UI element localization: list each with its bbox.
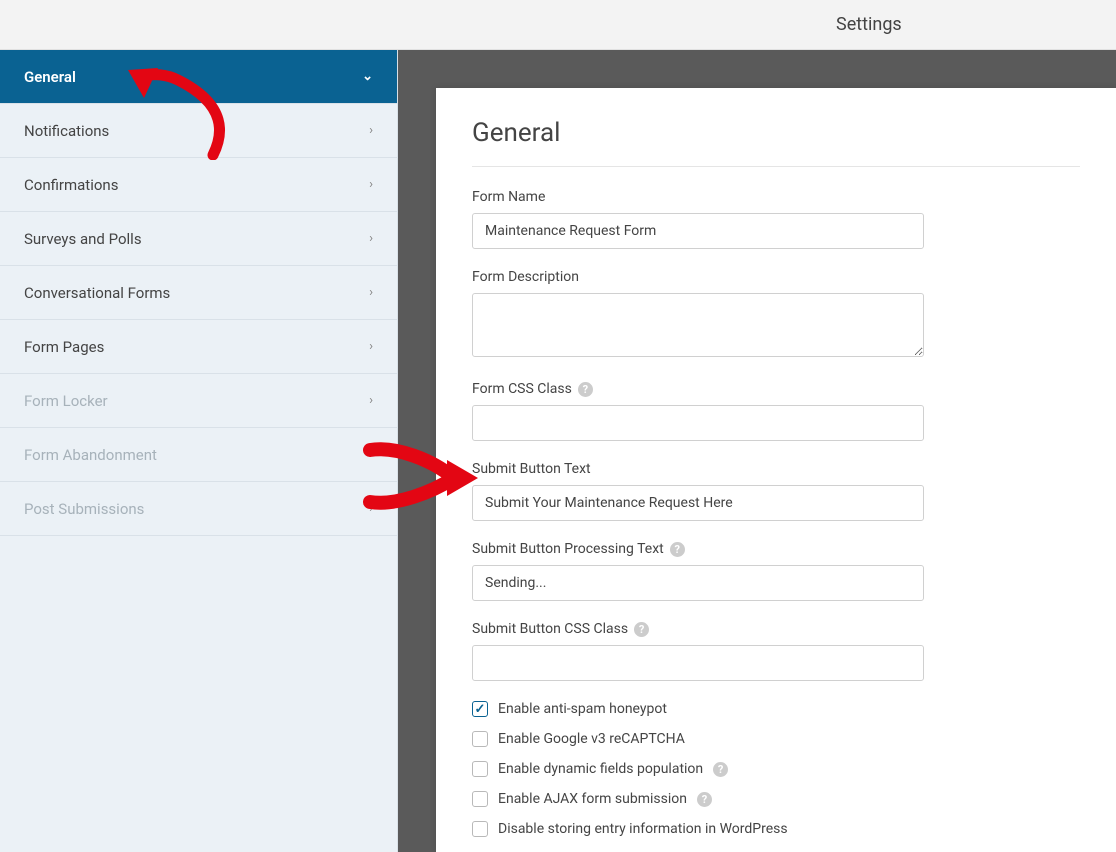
settings-panel: General Form Name Form Description Form … (436, 88, 1116, 852)
checkbox-label: Disable storing entry information in Wor… (498, 821, 788, 837)
checkbox-label: Enable AJAX form submission (498, 791, 687, 807)
checkbox[interactable] (472, 791, 488, 807)
sidebar-item-form-locker[interactable]: Form Locker › (0, 374, 397, 428)
sidebar-item-label: Surveys and Polls (24, 230, 142, 248)
form-css-class-input[interactable] (472, 405, 924, 441)
submit-button-text-label: Submit Button Text (472, 461, 1080, 477)
chevron-right-icon: › (369, 393, 373, 408)
submit-button-text-input[interactable] (472, 485, 924, 521)
submit-button-css-label: Submit Button CSS Class (472, 621, 628, 637)
checkbox-label: Enable dynamic fields population (498, 761, 703, 777)
sidebar-item-label: Form Pages (24, 338, 104, 356)
help-icon[interactable]: ? (713, 762, 728, 777)
form-description-input[interactable] (472, 293, 924, 357)
sidebar-item-post-submissions[interactable]: Post Submissions › (0, 482, 397, 536)
sidebar-item-label: Notifications (24, 122, 109, 140)
form-name-input[interactable] (472, 213, 924, 249)
checkbox[interactable] (472, 761, 488, 777)
chevron-right-icon: › (369, 447, 373, 462)
chevron-right-icon: › (369, 285, 373, 300)
field-form-name: Form Name (472, 189, 1080, 249)
form-description-label: Form Description (472, 269, 1080, 285)
sidebar-item-label: Form Locker (24, 392, 108, 410)
sidebar-item-label: General (24, 68, 76, 86)
checkbox[interactable] (472, 701, 488, 717)
chevron-right-icon: › (369, 501, 373, 516)
chevron-right-icon: › (369, 231, 373, 246)
checkbox-list: Enable anti-spam honeypot Enable Google v… (472, 701, 1080, 837)
checkbox-label: Enable anti-spam honeypot (498, 701, 667, 717)
sidebar-item-label: Conversational Forms (24, 284, 170, 302)
help-icon[interactable]: ? (670, 542, 685, 557)
sidebar-item-form-abandonment[interactable]: Form Abandonment › (0, 428, 397, 482)
sidebar-item-conversational-forms[interactable]: Conversational Forms › (0, 266, 397, 320)
sidebar-item-surveys-and-polls[interactable]: Surveys and Polls › (0, 212, 397, 266)
sidebar-item-notifications[interactable]: Notifications › (0, 104, 397, 158)
chevron-right-icon: › (369, 339, 373, 354)
submit-button-processing-label: Submit Button Processing Text (472, 541, 664, 557)
chevron-right-icon: › (369, 123, 373, 138)
sidebar-item-label: Confirmations (24, 176, 118, 194)
field-submit-button-processing: Submit Button Processing Text ? (472, 541, 1080, 601)
checkbox[interactable] (472, 731, 488, 747)
page-title: Settings (836, 14, 902, 35)
help-icon[interactable]: ? (697, 792, 712, 807)
sidebar-item-label: Post Submissions (24, 500, 144, 518)
submit-button-processing-input[interactable] (472, 565, 924, 601)
sidebar-item-form-pages[interactable]: Form Pages › (0, 320, 397, 374)
panel-heading: General (472, 118, 1080, 167)
checkbox[interactable] (472, 821, 488, 837)
field-form-description: Form Description (472, 269, 1080, 361)
help-icon[interactable]: ? (578, 382, 593, 397)
help-icon[interactable]: ? (634, 622, 649, 637)
sidebar-item-confirmations[interactable]: Confirmations › (0, 158, 397, 212)
checkbox-row: Enable anti-spam honeypot (472, 701, 1080, 717)
chevron-down-icon: ⌄ (362, 69, 373, 84)
sidebar-item-label: Form Abandonment (24, 446, 157, 464)
settings-sidebar: General⌄Notifications›Confirmations›Surv… (0, 50, 398, 852)
sidebar-item-general[interactable]: General ⌄ (0, 50, 397, 104)
top-bar: Settings (0, 0, 1116, 50)
field-submit-button-css: Submit Button CSS Class ? (472, 621, 1080, 681)
content-background: General Form Name Form Description Form … (398, 50, 1116, 852)
checkbox-row: Disable storing entry information in Wor… (472, 821, 1080, 837)
field-form-css-class: Form CSS Class ? (472, 381, 1080, 441)
checkbox-row: Enable Google v3 reCAPTCHA (472, 731, 1080, 747)
field-submit-button-text: Submit Button Text (472, 461, 1080, 521)
checkbox-label: Enable Google v3 reCAPTCHA (498, 731, 685, 747)
form-name-label: Form Name (472, 189, 1080, 205)
checkbox-row: Enable dynamic fields population? (472, 761, 1080, 777)
chevron-right-icon: › (369, 177, 373, 192)
checkbox-row: Enable AJAX form submission? (472, 791, 1080, 807)
submit-button-css-input[interactable] (472, 645, 924, 681)
form-css-class-label: Form CSS Class (472, 381, 572, 397)
